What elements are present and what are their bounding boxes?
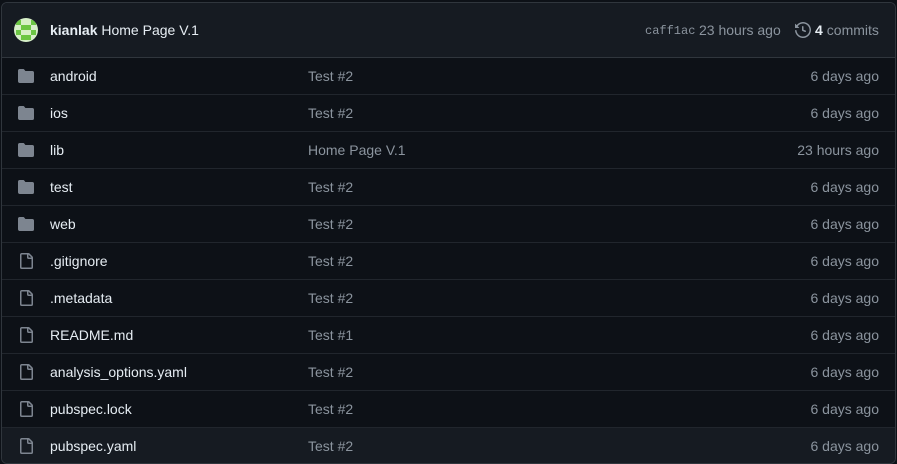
file-icon [18,438,34,454]
file-row[interactable]: test Test #2 6 days ago [2,168,895,205]
folder-icon [18,216,34,232]
folder-icon [18,179,34,195]
file-row[interactable]: analysis_options.yaml Test #2 6 days ago [2,353,895,390]
file-commit-age: 6 days ago [810,253,880,269]
file-commit-age: 6 days ago [810,105,880,121]
file-row[interactable]: android Test #2 6 days ago [2,58,895,94]
file-commit-message[interactable]: Test #1 [308,317,353,353]
file-name-link[interactable]: test [50,169,73,205]
file-commit-message[interactable]: Home Page V.1 [308,132,406,168]
identicon-avatar-icon [14,18,38,42]
file-name-link[interactable]: .metadata [50,280,112,316]
folder-icon [18,68,34,84]
file-row[interactable]: .metadata Test #2 6 days ago [2,279,895,316]
file-browser-panel: kianlak Home Page V.1 caff1ac 23 hours a… [1,2,896,464]
file-name-link[interactable]: web [50,206,76,242]
file-name-link[interactable]: pubspec.yaml [50,428,136,463]
file-commit-age: 6 days ago [810,179,880,195]
commit-author-message: kianlak Home Page V.1 [50,3,199,57]
file-commit-message[interactable]: Test #2 [308,95,353,131]
file-icon [18,327,34,343]
file-commit-message[interactable]: Test #2 [308,58,353,94]
history-icon [795,22,811,38]
file-commit-age: 23 hours ago [797,142,879,158]
file-list: android Test #2 6 days ago ios Test #2 6 days… [2,58,895,463]
commit-author[interactable]: kianlak [50,22,97,38]
file-row[interactable]: web Test #2 6 days ago [2,205,895,242]
file-icon [18,290,34,306]
file-row[interactable]: pubspec.lock Test #2 6 days ago [2,390,895,427]
file-icon [18,364,34,380]
commits-count: 4 [815,22,823,38]
commits-link[interactable]: 4 commits [795,3,879,57]
file-commit-message[interactable]: Test #2 [308,354,353,390]
file-commit-message[interactable]: Test #2 [308,243,353,279]
folder-icon [18,105,34,121]
file-commit-age: 6 days ago [810,364,880,380]
file-name-link[interactable]: ios [50,95,68,131]
file-commit-age: 6 days ago [810,216,880,232]
file-commit-message[interactable]: Test #2 [308,206,353,242]
file-commit-message[interactable]: Test #2 [308,169,353,205]
commit-message[interactable]: Home Page V.1 [101,22,199,38]
file-commit-age: 6 days ago [810,68,880,84]
file-commit-message[interactable]: Test #2 [308,428,353,463]
file-row[interactable]: .gitignore Test #2 6 days ago [2,242,895,279]
file-commit-age: 6 days ago [810,327,880,343]
file-commit-message[interactable]: Test #2 [308,391,353,427]
file-commit-age: 6 days ago [810,401,880,417]
file-icon [18,401,34,417]
file-row[interactable]: lib Home Page V.1 23 hours ago [2,131,895,168]
file-row[interactable]: pubspec.yaml Test #2 6 days ago [2,427,895,463]
file-name-link[interactable]: analysis_options.yaml [50,354,187,390]
file-commit-age: 6 days ago [810,290,880,306]
file-name-link[interactable]: .gitignore [50,243,108,279]
commit-sha[interactable]: caff1ac [645,3,695,57]
file-commit-message[interactable]: Test #2 [308,280,353,316]
file-row[interactable]: ios Test #2 6 days ago [2,94,895,131]
folder-icon [18,142,34,158]
commit-time: 23 hours ago [699,22,781,38]
file-name-link[interactable]: lib [50,132,64,168]
file-name-link[interactable]: pubspec.lock [50,391,132,427]
file-commit-age: 6 days ago [810,438,880,454]
file-row[interactable]: README.md Test #1 6 days ago [2,316,895,353]
commits-label: commits [826,22,879,38]
file-name-link[interactable]: README.md [50,317,133,353]
file-name-link[interactable]: android [50,58,97,94]
latest-commit-header: kianlak Home Page V.1 caff1ac 23 hours a… [2,3,895,58]
avatar[interactable] [14,18,38,42]
file-icon [18,253,34,269]
